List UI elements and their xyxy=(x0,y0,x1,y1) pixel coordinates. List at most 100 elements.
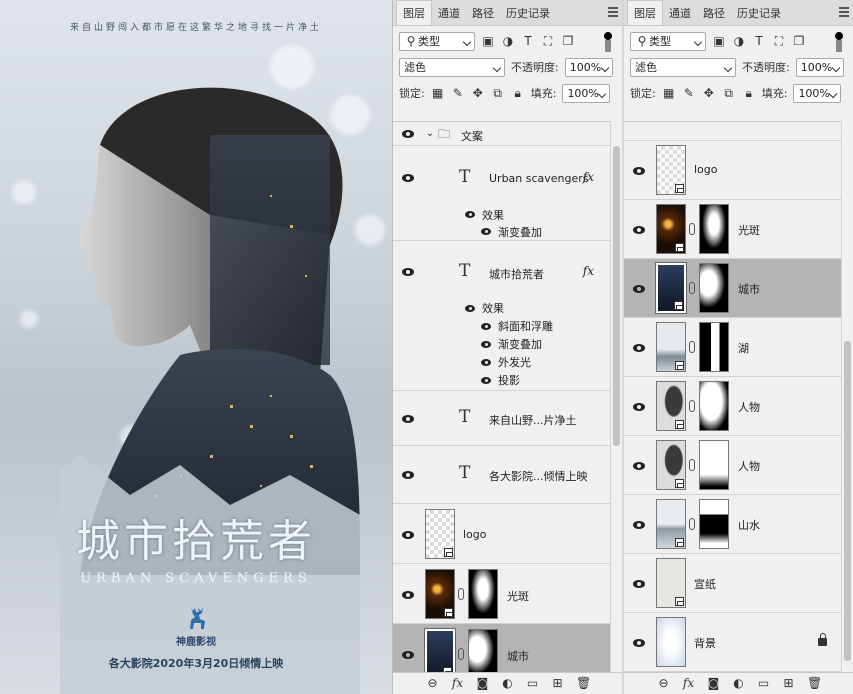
layer-guangban[interactable]: 光斑 xyxy=(624,200,841,259)
layer-mask-thumbnail[interactable] xyxy=(699,381,729,431)
trash-icon[interactable]: 🗑︎ xyxy=(807,677,822,690)
shape-filter-icon[interactable]: ⛶ xyxy=(772,34,786,48)
layer-renwu-1[interactable]: 人物 xyxy=(624,377,841,436)
pixel-filter-icon[interactable]: ▣ xyxy=(481,34,495,48)
eye-icon[interactable] xyxy=(633,521,645,529)
layer-mask-thumbnail[interactable] xyxy=(468,569,498,619)
fx-icon[interactable]: fx xyxy=(451,677,464,690)
eye-icon[interactable] xyxy=(633,403,645,411)
link-icon[interactable] xyxy=(458,648,464,660)
type-filter-icon[interactable]: T xyxy=(752,34,766,48)
lock-position-icon[interactable]: ✥ xyxy=(471,86,485,100)
panel-menu-icon[interactable] xyxy=(839,7,849,17)
eye-icon[interactable] xyxy=(481,228,491,235)
link-icon[interactable] xyxy=(458,588,464,600)
eye-icon[interactable] xyxy=(481,323,491,330)
layer-logo[interactable]: logo xyxy=(624,141,841,200)
link-icon[interactable]: ⊖ xyxy=(426,677,439,690)
layer-release-text[interactable]: T 各大影院...倾情上映 xyxy=(393,446,610,504)
blend-mode-select[interactable]: 滤色 xyxy=(399,57,505,77)
mask-icon[interactable]: ◙ xyxy=(476,677,489,690)
fill-input[interactable]: 100% xyxy=(562,83,611,103)
pixel-filter-icon[interactable]: ▣ xyxy=(712,34,726,48)
eye-icon[interactable] xyxy=(633,167,645,175)
link-icon[interactable] xyxy=(689,282,695,294)
adjustment-icon[interactable]: ◐ xyxy=(732,677,745,690)
layer-scrollbar[interactable] xyxy=(610,121,622,672)
opacity-input[interactable]: 100% xyxy=(795,57,844,77)
eye-icon[interactable] xyxy=(633,344,645,352)
tab-history[interactable]: 历史记录 xyxy=(731,1,787,25)
lock-transparent-icon[interactable]: ▦ xyxy=(431,86,445,100)
layer-chengshi[interactable]: 城市 xyxy=(624,259,841,318)
lock-all-icon[interactable]: 🔒︎ xyxy=(742,86,756,100)
trash-icon[interactable]: 🗑︎ xyxy=(576,677,591,690)
type-filter-icon[interactable]: T xyxy=(521,34,535,48)
new-layer-icon[interactable]: ⊞ xyxy=(551,677,564,690)
eye-icon[interactable] xyxy=(633,639,645,647)
opacity-input[interactable]: 100% xyxy=(564,57,613,77)
fx-icon[interactable]: fx xyxy=(682,677,695,690)
smartobject-filter-icon[interactable]: ❐ xyxy=(792,34,806,48)
tab-channels[interactable]: 通道 xyxy=(663,1,697,25)
eye-icon[interactable] xyxy=(402,591,414,599)
layer-xuanzhi[interactable]: 宣纸 xyxy=(624,554,841,613)
tab-history[interactable]: 历史记录 xyxy=(500,1,556,25)
eye-icon[interactable] xyxy=(481,377,491,384)
link-icon[interactable] xyxy=(689,400,695,412)
link-icon[interactable]: ⊖ xyxy=(657,677,670,690)
layer-renwu-2[interactable]: 人物 xyxy=(624,436,841,495)
scrollbar-thumb[interactable] xyxy=(613,146,620,446)
blend-mode-select[interactable]: 滤色 xyxy=(630,57,736,77)
layer-city-text[interactable]: T 城市拾荒者 fx 效果 斜面和浮雕 渐变叠加 外发光 投影 xyxy=(393,241,610,391)
lock-all-icon[interactable]: 🔒︎ xyxy=(511,86,525,100)
new-layer-icon[interactable]: ⊞ xyxy=(782,677,795,690)
folder-icon[interactable]: ▭ xyxy=(757,677,770,690)
layer-scrollbar[interactable] xyxy=(841,121,853,672)
lock-artboard-icon[interactable]: ⧉ xyxy=(491,86,505,100)
layer-mask-thumbnail[interactable] xyxy=(699,440,729,490)
link-icon[interactable] xyxy=(689,459,695,471)
layer-mask-thumbnail[interactable] xyxy=(699,263,729,313)
eye-icon[interactable] xyxy=(402,130,414,138)
layer-mask-thumbnail[interactable] xyxy=(468,629,498,672)
panel-menu-icon[interactable] xyxy=(608,7,618,17)
eye-icon[interactable] xyxy=(402,268,414,276)
layer-logo[interactable]: logo xyxy=(393,504,610,564)
layer-chengshi[interactable]: 城市 xyxy=(393,624,610,672)
chevron-down-icon[interactable]: ⌄ xyxy=(423,127,437,141)
link-icon[interactable] xyxy=(689,518,695,530)
link-icon[interactable] xyxy=(689,223,695,235)
fx-badge[interactable]: fx xyxy=(583,170,594,184)
layer-urban-scavengers[interactable]: T Urban scavengers fx 效果 渐变叠加 xyxy=(393,146,610,241)
layer-tagline-text[interactable]: T 来自山野...片净土 xyxy=(393,391,610,446)
adjustment-filter-icon[interactable]: ◑ xyxy=(501,34,515,48)
fill-input[interactable]: 100% xyxy=(793,83,842,103)
lock-position-icon[interactable]: ✥ xyxy=(702,86,716,100)
eye-icon[interactable] xyxy=(465,211,475,218)
lock-pixels-icon[interactable]: ✎ xyxy=(451,86,465,100)
eye-icon[interactable] xyxy=(481,341,491,348)
layer-mask-thumbnail[interactable] xyxy=(699,204,729,254)
tab-layers[interactable]: 图层 xyxy=(396,0,432,25)
layer-group-wenan[interactable]: ⌄ 🗀 文案 xyxy=(393,122,610,146)
tab-channels[interactable]: 通道 xyxy=(432,1,466,25)
eye-icon[interactable] xyxy=(633,580,645,588)
folder-icon[interactable]: ▭ xyxy=(526,677,539,690)
filter-kind-select[interactable]: ⚲ 类型 xyxy=(399,31,475,51)
adjustment-icon[interactable]: ◐ xyxy=(501,677,514,690)
tab-layers[interactable]: 图层 xyxy=(627,0,663,25)
layer-guangban[interactable]: 光斑 xyxy=(393,564,610,624)
lock-artboard-icon[interactable]: ⧉ xyxy=(722,86,736,100)
link-icon[interactable] xyxy=(689,341,695,353)
scrollbar-thumb[interactable] xyxy=(844,341,851,661)
mask-icon[interactable]: ◙ xyxy=(707,677,720,690)
eye-icon[interactable] xyxy=(633,285,645,293)
shape-filter-icon[interactable]: ⛶ xyxy=(541,34,555,48)
fx-badge[interactable]: fx xyxy=(583,264,594,278)
eye-icon[interactable] xyxy=(402,415,414,423)
adjustment-filter-icon[interactable]: ◑ xyxy=(732,34,746,48)
eye-icon[interactable] xyxy=(402,471,414,479)
eye-icon[interactable] xyxy=(481,359,491,366)
lock-transparent-icon[interactable]: ▦ xyxy=(662,86,676,100)
